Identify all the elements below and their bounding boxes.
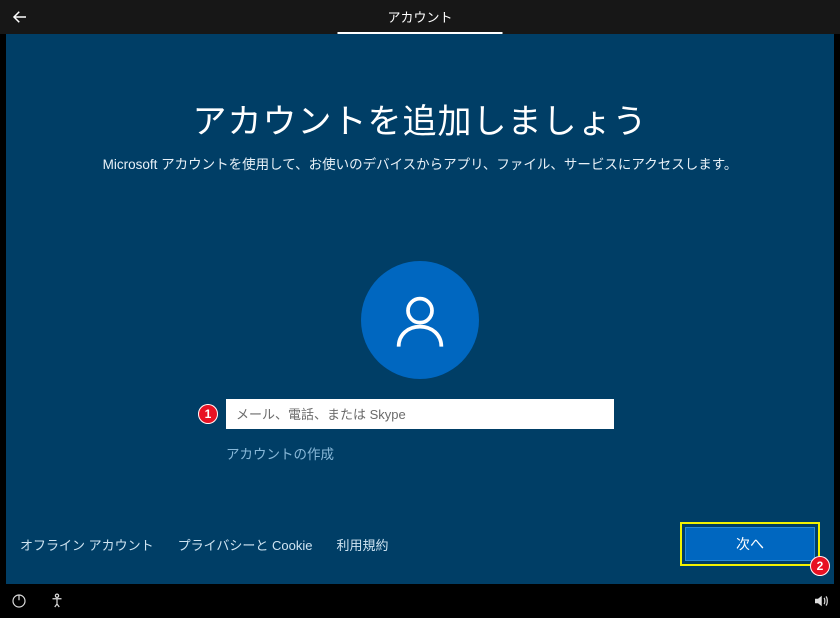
next-button-label: 次へ [736,534,764,554]
power-icon[interactable] [10,592,28,610]
content-area: アカウントを追加しましょう Microsoft アカウントを使用して、お使いのデ… [6,34,834,584]
arrow-left-icon [11,8,29,26]
bottom-row: オフライン アカウント プライバシーと Cookie 利用規約 次へ 2 [20,522,820,566]
terms-link[interactable]: 利用規約 [336,535,388,554]
offline-account-link[interactable]: オフライン アカウント [20,535,154,554]
email-field[interactable] [226,399,614,429]
next-button-highlight: 次へ 2 [680,522,820,566]
taskbar-left [10,592,66,610]
page-subtitle: Microsoft アカウントを使用して、お使いのデバイスからアプリ、ファイル、… [103,153,738,173]
center-column: アカウントを追加しましょう Microsoft アカウントを使用して、お使いのデ… [6,34,834,463]
page-title: アカウントを追加しましょう [193,94,648,143]
ease-of-access-icon[interactable] [48,592,66,610]
back-button[interactable] [0,0,40,34]
email-input-wrap: 1 [226,399,614,429]
header-bar: アカウント [0,0,840,34]
taskbar [0,584,840,618]
user-icon [388,288,452,352]
volume-icon[interactable] [812,592,830,610]
input-row: 1 アカウントの作成 [226,399,614,463]
next-button[interactable]: 次へ [685,527,815,561]
create-account-link[interactable]: アカウントの作成 [226,443,334,463]
window-frame: アカウント アカウントを追加しましょう Microsoft アカウントを使用して… [0,0,840,618]
avatar-circle [361,261,479,379]
annotation-badge-2: 2 [810,556,830,576]
annotation-badge-1: 1 [198,404,218,424]
tab-account-label: アカウント [387,7,452,26]
tab-account[interactable]: アカウント [337,0,502,34]
privacy-cookie-link[interactable]: プライバシーと Cookie [178,535,313,554]
footer-links: オフライン アカウント プライバシーと Cookie 利用規約 [20,535,388,554]
